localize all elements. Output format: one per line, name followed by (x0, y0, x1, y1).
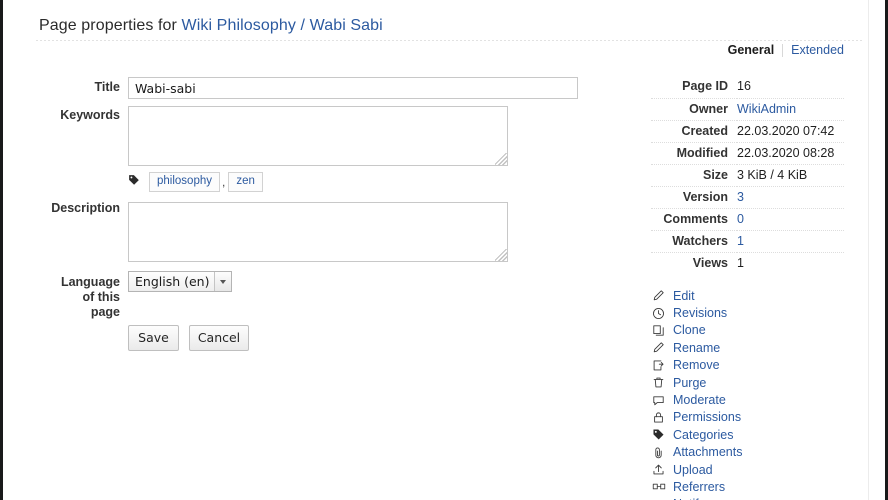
table-row: Comments 0 (651, 207, 844, 230)
page-content: Page properties for Wiki Philosophy / Wa… (6, 0, 869, 500)
action-link-label: Remove (673, 358, 720, 373)
upload-icon (651, 463, 666, 477)
copy-icon (651, 323, 666, 337)
chevron-down-icon[interactable] (214, 272, 231, 291)
action-link-label: Moderate (673, 393, 726, 408)
property-key: Comments (651, 207, 737, 230)
table-row: Size 3 KiB / 4 KiB (651, 163, 844, 186)
pencil-icon (651, 289, 666, 303)
clock-icon (651, 306, 666, 320)
page-title-prefix: Page properties for (39, 17, 182, 34)
tag-list: philosophy , zen (128, 172, 263, 192)
action-link-label: Categories (673, 427, 734, 442)
action-link-label: Clone (673, 323, 706, 338)
language-label-line2: of this (82, 290, 121, 304)
action-link-referrers[interactable]: Referrers (651, 478, 844, 495)
table-row: Created 22.03.2020 07:42 (651, 119, 844, 142)
action-link-clone[interactable]: Clone (651, 322, 844, 339)
lock-icon (651, 410, 666, 424)
action-link-rename[interactable]: Rename (651, 339, 844, 356)
action-link-label: Attachments (673, 445, 743, 460)
action-link-categories[interactable]: Categories (651, 426, 844, 443)
page-title: Page properties for Wiki Philosophy / Wa… (39, 17, 383, 35)
tag-separator: , (221, 175, 226, 189)
action-link-label: Rename (673, 340, 721, 355)
cancel-button[interactable]: Cancel (189, 325, 249, 351)
description-textarea[interactable] (128, 202, 508, 262)
action-link-label: Permissions (673, 410, 742, 425)
table-row: Watchers 1 (651, 229, 844, 252)
pencil-icon (651, 341, 666, 355)
tab-general[interactable]: General (728, 43, 775, 57)
remove-box-icon (651, 358, 666, 372)
action-link-label: Referrers (673, 479, 726, 494)
paperclip-icon (651, 445, 666, 459)
property-value: 22.03.2020 07:42 (737, 119, 844, 142)
trash-icon (651, 376, 666, 390)
table-row: Owner WikiAdmin (651, 97, 844, 120)
property-key: Created (651, 119, 737, 142)
action-link-remove[interactable]: Remove (651, 357, 844, 374)
property-value: 3 KiB / 4 KiB (737, 163, 844, 186)
property-value: 22.03.2020 08:28 (737, 141, 844, 164)
keywords-textarea[interactable] (128, 106, 508, 166)
property-value[interactable]: WikiAdmin (737, 97, 844, 120)
properties-sidebar: General Extended Page ID 16 Owner WikiAdmin… (629, 0, 869, 500)
property-key: Size (651, 163, 737, 186)
language-select[interactable]: English (en) (128, 271, 232, 292)
tab-divider (782, 43, 784, 57)
action-link-notify[interactable]: Notify (651, 496, 844, 500)
language-select-value: English (en) (135, 274, 210, 289)
property-key: Views (651, 251, 737, 274)
tag-chip[interactable]: philosophy (149, 172, 220, 192)
action-link-label: Revisions (673, 306, 728, 321)
action-link-label: Edit (673, 288, 695, 303)
table-row: Views 1 (651, 251, 844, 274)
keywords-label: Keywords (60, 108, 120, 122)
tab-extended[interactable]: Extended (791, 43, 844, 57)
properties-table: Page ID 16 Owner WikiAdmin Created 22.03.2020… (651, 76, 844, 274)
action-link-list: Edit Revisions Clone Rename Remove Purge Moder… (651, 287, 844, 500)
tag-icon (651, 428, 666, 442)
breadcrumb-link[interactable]: Wiki Philosophy / Wabi Sabi (182, 17, 383, 34)
sidebar-tabs: General Extended (728, 43, 844, 57)
action-link-attachments[interactable]: Attachments (651, 444, 844, 461)
property-value[interactable]: 1 (737, 229, 844, 252)
language-label-line1: Language (60, 275, 120, 289)
action-link-label: Upload (673, 462, 713, 477)
table-row: Version 3 (651, 185, 844, 208)
action-link-label: Purge (673, 375, 707, 390)
referrers-icon (651, 480, 666, 494)
property-value: 1 (737, 251, 844, 274)
page-root: Page properties for Wiki Philosophy / Wa… (0, 0, 888, 500)
table-row: Page ID 16 (651, 76, 844, 98)
tag-chip[interactable]: zen (228, 172, 263, 192)
property-key: Version (651, 185, 737, 208)
property-value[interactable]: 0 (737, 207, 844, 230)
title-label: Title (94, 80, 120, 94)
property-key: Page ID (682, 79, 728, 94)
property-value[interactable]: 3 (737, 185, 844, 208)
action-link-upload[interactable]: Upload (651, 461, 844, 478)
property-value: 16 (737, 79, 751, 94)
action-link-edit[interactable]: Edit (651, 287, 844, 304)
title-input[interactable] (128, 77, 578, 99)
action-link-permissions[interactable]: Permissions (651, 409, 844, 426)
language-label: Language of this page (36, 275, 120, 320)
description-label: Description (51, 201, 120, 215)
action-link-purge[interactable]: Purge (651, 374, 844, 391)
language-label-line3: page (90, 305, 120, 319)
property-key: Modified (651, 141, 737, 164)
table-row: Modified 22.03.2020 08:28 (651, 141, 844, 164)
sidebar-edge (868, 0, 869, 500)
tag-icon (128, 173, 140, 191)
save-button[interactable]: Save (128, 325, 179, 351)
speech-bubble-icon (651, 393, 666, 407)
action-link-moderate[interactable]: Moderate (651, 391, 844, 408)
property-key: Watchers (651, 229, 737, 252)
action-link-revisions[interactable]: Revisions (651, 304, 844, 321)
property-key: Owner (651, 97, 737, 120)
